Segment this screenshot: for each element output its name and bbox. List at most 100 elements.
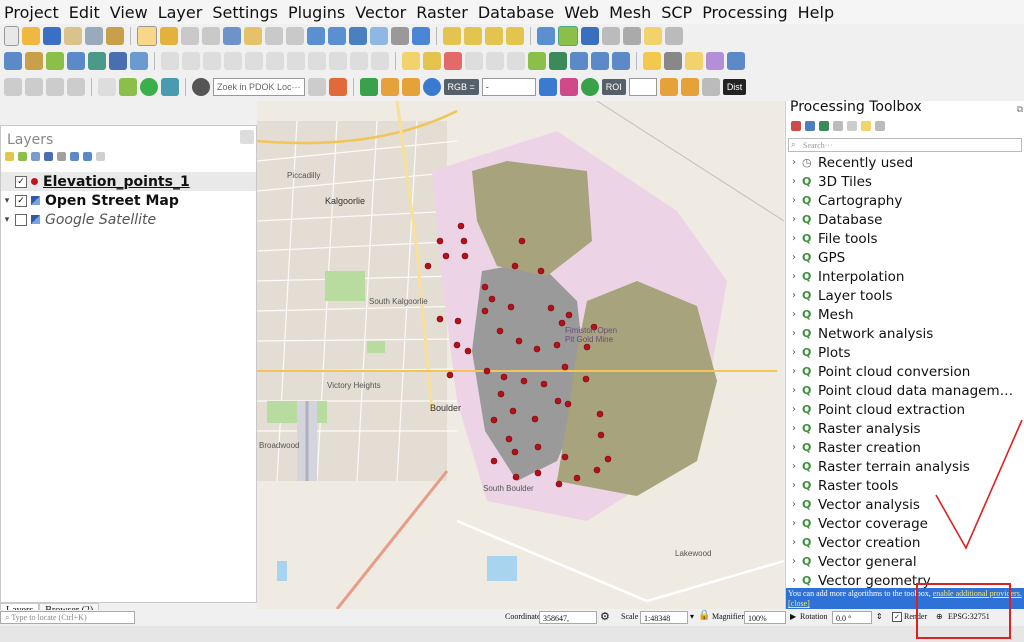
zoom-out-icon[interactable]	[202, 27, 220, 45]
tree-item-layer-tools[interactable]: › Q Layer tools	[786, 286, 1024, 305]
tree-item-vector-general[interactable]: › Q Vector general	[786, 552, 1024, 571]
magnifier-spinbox[interactable]: 100%	[744, 611, 786, 624]
python-console-icon[interactable]	[643, 52, 661, 70]
remove-layer-icon[interactable]	[96, 152, 105, 161]
menu-web[interactable]: Web	[560, 3, 603, 22]
roi-combo[interactable]	[628, 78, 657, 96]
scripts-icon[interactable]	[805, 121, 815, 131]
menu-settings[interactable]: Settings	[208, 3, 282, 22]
tree-item-raster-terrain-analysis[interactable]: › Q Raster terrain analysis	[786, 457, 1024, 476]
tree-item-raster-creation[interactable]: › Q Raster creation	[786, 438, 1024, 457]
scp-search-icon[interactable]	[580, 78, 599, 96]
tree-item-gps[interactable]: › Q GPS	[786, 248, 1024, 267]
tree-item-cartography[interactable]: › Q Cartography	[786, 191, 1024, 210]
zoom-selection-icon[interactable]	[244, 27, 262, 45]
layer-row-google-satellite[interactable]: ▾ Google Satellite	[1, 210, 256, 229]
rgb-combo[interactable]: -	[481, 78, 536, 96]
share-icon[interactable]	[140, 78, 158, 96]
scp-image-icon[interactable]	[401, 78, 420, 96]
tree-item-recently-used[interactable]: › ◷ Recently used	[786, 153, 1024, 172]
pan-to-selection-icon[interactable]	[160, 27, 178, 45]
help-icon[interactable]	[727, 52, 745, 70]
scp-zoom-roi-icon[interactable]	[422, 78, 441, 96]
layer-visibility-checkbox[interactable]	[15, 213, 27, 226]
scp-roi-icon[interactable]	[46, 78, 64, 96]
layer-visibility-checkbox[interactable]: ✓	[15, 175, 27, 188]
zoom-next-icon[interactable]	[328, 27, 346, 45]
identify-features-icon[interactable]	[443, 27, 461, 45]
triangle-icon[interactable]	[549, 52, 567, 70]
add-group-icon[interactable]	[18, 152, 27, 161]
layer-styling-icon[interactable]	[685, 52, 703, 70]
options-icon[interactable]	[875, 121, 885, 131]
tree-item-vector-analysis[interactable]: › Q Vector analysis	[786, 495, 1024, 514]
scp-add-icon[interactable]	[680, 78, 699, 96]
models-icon[interactable]	[791, 121, 801, 131]
edit-features-icon[interactable]	[861, 121, 871, 131]
tree-item-interpolation[interactable]: › Q Interpolation	[786, 267, 1024, 286]
add-raster-icon[interactable]	[67, 52, 85, 70]
zoom-native-icon[interactable]	[286, 27, 304, 45]
label-change-icon[interactable]	[507, 52, 525, 70]
label-pin-icon[interactable]	[423, 52, 441, 70]
show-bookmarks-icon[interactable]	[370, 27, 388, 45]
annotation-icon[interactable]	[644, 27, 662, 45]
graph-icon[interactable]	[706, 52, 724, 70]
menu-plugins[interactable]: Plugins	[284, 3, 349, 22]
measure-icon[interactable]	[623, 27, 641, 45]
new-print-layout-icon[interactable]	[64, 27, 82, 45]
map-tips-icon[interactable]	[665, 27, 683, 45]
scp-shield-icon[interactable]	[98, 78, 116, 96]
tree-item-vector-creation[interactable]: › Q Vector creation	[786, 533, 1024, 552]
layer-copy-icon[interactable]	[161, 78, 179, 96]
rotation-spinbox[interactable]: 0.0 °	[832, 611, 872, 624]
add-vector-icon[interactable]	[46, 52, 64, 70]
scp-tool-icon[interactable]	[307, 78, 326, 96]
tree-item-network-analysis[interactable]: › Q Network analysis	[786, 324, 1024, 343]
menu-scp[interactable]: SCP	[657, 3, 696, 22]
processing-toolbox-icon[interactable]	[581, 27, 599, 45]
coordinate-field[interactable]: 358647, 6589752	[539, 611, 597, 636]
menu-vector[interactable]: Vector	[351, 3, 410, 22]
open-attribute-table-icon[interactable]	[537, 27, 555, 45]
style-panel-icon[interactable]	[5, 152, 14, 161]
scp-preview-icon[interactable]	[67, 78, 85, 96]
menu-raster[interactable]: Raster	[412, 3, 472, 22]
tree-item-vector-coverage[interactable]: › Q Vector coverage	[786, 514, 1024, 533]
close-notice-link[interactable]: [close]	[788, 599, 810, 608]
new-bookmark-icon[interactable]	[349, 27, 367, 45]
scp-band-icon[interactable]	[25, 78, 43, 96]
pan-icon[interactable]	[137, 26, 157, 46]
open-project-icon[interactable]	[22, 27, 40, 45]
label-move-icon[interactable]	[465, 52, 483, 70]
expand-all-icon[interactable]	[70, 152, 79, 161]
manage-visibility-icon[interactable]	[31, 152, 40, 161]
select-features-icon[interactable]	[464, 27, 482, 45]
scp-input-icon[interactable]	[4, 78, 22, 96]
undo-icon[interactable]	[350, 52, 368, 70]
current-edits-icon[interactable]	[161, 52, 179, 70]
tree-item-point-cloud-data-management[interactable]: › Q Point cloud data managem…	[786, 381, 1024, 400]
render-checkbox[interactable]: ✓	[892, 612, 902, 622]
scp-band-down-icon[interactable]	[559, 78, 578, 96]
copy-features-icon[interactable]	[308, 52, 326, 70]
tree-item-3d-tiles[interactable]: › Q 3D Tiles	[786, 172, 1024, 191]
scp-flag-icon[interactable]	[659, 78, 678, 96]
menu-view[interactable]: View	[106, 3, 152, 22]
menu-mesh[interactable]: Mesh	[605, 3, 655, 22]
tree-item-point-cloud-conversion[interactable]: › Q Point cloud conversion	[786, 362, 1024, 381]
scp-band-set-icon[interactable]	[538, 78, 557, 96]
tree-item-database[interactable]: › Q Database	[786, 210, 1024, 229]
python-icon[interactable]	[819, 121, 829, 131]
paste-features-icon[interactable]	[329, 52, 347, 70]
map-canvas[interactable]: Kalgoorlie Piccadilly South Kalgoorlie V…	[257, 101, 784, 609]
tree-item-plots[interactable]: › Q Plots	[786, 343, 1024, 362]
vertex-tool-icon[interactable]	[245, 52, 263, 70]
scp-network-icon[interactable]	[328, 78, 347, 96]
toggle-editing-icon[interactable]	[182, 52, 200, 70]
history-icon[interactable]	[833, 121, 843, 131]
label-highlight-icon[interactable]	[444, 52, 462, 70]
grass-icon[interactable]	[570, 52, 588, 70]
label-toolbar-icon[interactable]	[402, 52, 420, 70]
scp-clock-icon[interactable]	[701, 78, 720, 96]
